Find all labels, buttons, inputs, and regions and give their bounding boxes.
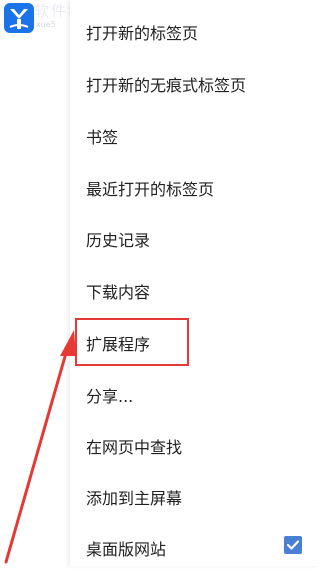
- menu-item-add-to-home-screen[interactable]: 添加到主屏幕: [70, 471, 320, 523]
- background-page-strip: [0, 0, 70, 566]
- checkmark-icon: [286, 540, 300, 550]
- browser-overflow-menu: 打开新的标签页 打开新的无痕式标签页 书签 最近打开的标签页 历史记录 下载内容…: [70, 0, 320, 566]
- menu-item-history[interactable]: 历史记录: [70, 213, 320, 265]
- desktop-site-checkbox[interactable]: [284, 536, 302, 554]
- menu-item-new-incognito-tab[interactable]: 打开新的无痕式标签页: [70, 58, 320, 110]
- menu-item-label: 在网页中查找: [86, 438, 183, 457]
- menu-item-label: 下载内容: [86, 283, 151, 302]
- menu-item-label: 添加到主屏幕: [86, 489, 183, 508]
- menu-item-label: 分享...: [86, 387, 134, 406]
- menu-item-new-tab[interactable]: 打开新的标签页: [70, 6, 320, 58]
- menu-item-label: 打开新的标签页: [86, 24, 199, 43]
- menu-item-bookmarks[interactable]: 书签: [70, 110, 320, 162]
- site-logo-icon: [4, 3, 34, 33]
- menu-item-downloads[interactable]: 下载内容: [70, 265, 320, 317]
- watermark-url: xue5: [36, 20, 56, 29]
- menu-item-recent-tabs[interactable]: 最近打开的标签页: [70, 162, 320, 214]
- menu-item-label: 历史记录: [86, 231, 151, 250]
- menu-item-share[interactable]: 分享...: [70, 369, 320, 421]
- menu-item-label: 桌面版网站: [86, 540, 167, 559]
- menu-item-label: 打开新的无痕式标签页: [86, 76, 247, 95]
- menu-item-find-in-page[interactable]: 在网页中查找: [70, 420, 320, 472]
- extensions-highlight-box: [75, 318, 189, 366]
- menu-item-label: 书签: [86, 128, 119, 147]
- menu-item-desktop-site[interactable]: 桌面版网站: [70, 522, 320, 574]
- menu-item-label: 最近打开的标签页: [86, 180, 215, 199]
